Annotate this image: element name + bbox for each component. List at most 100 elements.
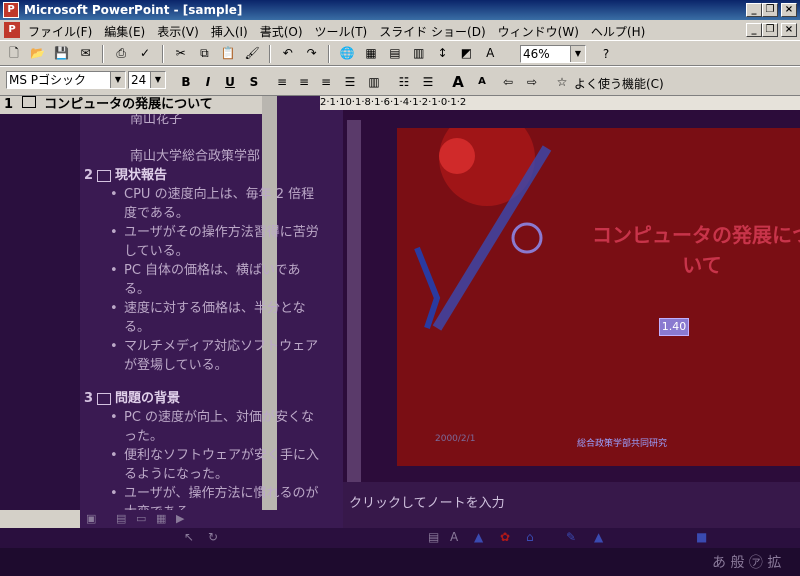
menu-format[interactable]: 書式(O) [260, 23, 303, 40]
slide-title: 現状報告 [115, 168, 168, 183]
align-center-icon[interactable]: ≡ [294, 72, 314, 92]
slide-title[interactable]: コンピュータの発展について [592, 220, 800, 280]
notes-pane[interactable]: クリックしてノートを入力 [343, 482, 800, 528]
font-value: MS Pゴシック [9, 73, 87, 87]
justify-icon[interactable]: ☰ [340, 72, 360, 92]
zoom-select[interactable]: 46% ▼ [520, 45, 586, 63]
minimize-button[interactable]: _ [746, 3, 762, 17]
outline-text[interactable]: 南山花子 南山大学総合政策学部 2 現状報告 CPU の速度向上は、毎年 2 倍… [84, 110, 324, 522]
normal-view-icon[interactable]: ▣ [86, 512, 96, 525]
notes-placeholder[interactable]: クリックしてノートを入力 [349, 492, 505, 511]
menu-help[interactable]: ヘルプ(H) [591, 23, 645, 40]
horizontal-ruler[interactable]: 2·1·10·1·8·1·6·1·4·1·2·1·0·1·2 [320, 96, 800, 110]
increase-font-icon[interactable]: A [448, 72, 468, 92]
slideshow-view-icon[interactable]: ▶ [176, 512, 184, 525]
show-formatting-icon[interactable]: ↕ [433, 43, 453, 63]
hyperlink-icon[interactable]: 🌐 [337, 43, 357, 63]
clipart-icon[interactable]: ✿ [500, 530, 510, 544]
slide-title: 問題の背景 [115, 391, 181, 406]
align-right-icon[interactable]: ≡ [316, 72, 336, 92]
pen-icon[interactable]: ✎ [566, 530, 576, 544]
font-select[interactable]: MS Pゴシック ▼ [6, 71, 126, 89]
star-icon[interactable]: ☆ [552, 72, 572, 92]
email-icon[interactable]: ✉ [75, 43, 95, 63]
doc-restore-button[interactable]: ❐ [762, 23, 778, 37]
paste-icon[interactable]: 📋 [218, 43, 238, 63]
wordart-icon[interactable]: A [450, 530, 458, 544]
favorites-menu[interactable]: よく使う機能(C) [574, 75, 664, 92]
bullet-item: 便利なソフトウェアが安く手に入るようになった。 [84, 446, 324, 484]
bullet-item: 速度に対する価格は、半分となる。 [84, 299, 324, 337]
shadow-button[interactable]: S [244, 72, 264, 92]
decrease-font-icon[interactable]: A [472, 72, 492, 92]
doc-minimize-button[interactable]: _ [746, 23, 762, 37]
vertical-ruler[interactable] [347, 120, 361, 500]
doc-close-button[interactable]: × [781, 23, 797, 37]
close-button[interactable]: × [781, 3, 797, 17]
maximize-button[interactable]: ❐ [762, 3, 778, 17]
ime-indicator[interactable]: あ 般 ㋐ 拡 [712, 552, 781, 572]
color-icon[interactable]: A [480, 43, 500, 63]
save-icon[interactable]: 💾 [52, 43, 72, 63]
shadow-icon[interactable]: ■ [696, 530, 707, 544]
outline-slide-2-title[interactable]: 2 現状報告 [84, 166, 324, 185]
bullet-item: PC の速度が向上、対価が安くなった。 [84, 408, 324, 446]
menu-edit[interactable]: 編集(E) [104, 23, 145, 40]
demote-icon[interactable]: ⇨ [522, 72, 542, 92]
outline-slide-3-title[interactable]: 3 問題の背景 [84, 389, 324, 408]
separator [102, 44, 105, 63]
date-placeholder[interactable]: 2000/2/1 [435, 434, 475, 444]
slide-view-icon[interactable]: ▭ [136, 512, 146, 525]
align-left-icon[interactable]: ≡ [272, 72, 292, 92]
fill-color-icon[interactable]: ▲ [474, 530, 483, 544]
open-icon[interactable]: 📂 [28, 43, 48, 63]
slide-canvas[interactable]: コンピュータの発展について 1.40 2000/2/1 総合政策学部共同研究 [397, 128, 800, 466]
powerpoint-icon[interactable]: P [3, 2, 19, 18]
copy-icon[interactable]: ⧉ [194, 43, 214, 63]
outline-slide-1-title[interactable]: 1 コンピュータの発展について [0, 96, 262, 114]
menu-insert[interactable]: 挿入(I) [211, 23, 248, 40]
expand-icon[interactable]: ▥ [409, 43, 429, 63]
rotate-icon[interactable]: ↻ [208, 530, 218, 544]
distribute-icon[interactable]: ▥ [364, 72, 384, 92]
new-icon[interactable]: 🗋 [4, 43, 24, 63]
bullet-item: PC 自体の価格は、横ばいである。 [84, 261, 324, 299]
menu-slideshow[interactable]: スライド ショー(D) [379, 23, 485, 40]
chevron-down-icon: ▼ [150, 72, 165, 88]
undo-icon[interactable]: ↶ [278, 43, 298, 63]
bold-button[interactable]: B [176, 72, 196, 92]
promote-icon[interactable]: ⇦ [498, 72, 518, 92]
grayscale-icon[interactable]: ◩ [456, 43, 476, 63]
format-painter-icon[interactable]: 🖌 [242, 43, 262, 63]
font-size-select[interactable]: 24 ▼ [128, 71, 166, 89]
standard-toolbar: 🗋 📂 💾 ✉ ⎙ ✓ ✂ ⧉ 📋 🖌 ↶ ↷ 🌐 ▦ ▤ ▥ ↕ ◩ A 46… [0, 40, 800, 66]
menu-tools[interactable]: ツール(T) [315, 23, 368, 40]
outline-view-icon[interactable]: ▤ [116, 512, 126, 525]
italic-button[interactable]: I [198, 72, 218, 92]
table-icon[interactable]: ▦ [361, 43, 381, 63]
document-icon[interactable]: P [4, 22, 20, 38]
slide-selection-box[interactable]: 1.40 [659, 318, 689, 336]
redo-icon[interactable]: ↷ [302, 43, 322, 63]
separator [328, 44, 331, 63]
sorter-view-icon[interactable]: ▦ [156, 512, 166, 525]
bullets-icon[interactable]: ☰ [418, 72, 438, 92]
footer-placeholder[interactable]: 総合政策学部共同研究 [577, 436, 667, 449]
line-color-icon[interactable]: ⌂ [526, 530, 534, 544]
view-buttons: ▣ ▤ ▭ ▦ ▶ [80, 510, 343, 528]
underline-button[interactable]: U [220, 72, 240, 92]
menu-window[interactable]: ウィンドウ(W) [498, 23, 579, 40]
help-icon[interactable]: ? [596, 44, 616, 64]
chart-icon[interactable]: ▤ [385, 43, 405, 63]
menu-view[interactable]: 表示(V) [157, 23, 199, 40]
outline-pane[interactable]: 南山花子 南山大学総合政策学部 2 現状報告 CPU の速度向上は、毎年 2 倍… [0, 96, 343, 520]
textbox-icon[interactable]: ▤ [428, 530, 439, 544]
numbering-icon[interactable]: ☷ [394, 72, 414, 92]
select-pointer-icon[interactable]: ↖ [184, 530, 194, 544]
cut-icon[interactable]: ✂ [171, 43, 191, 63]
font-size-value: 24 [131, 73, 147, 87]
spellcheck-icon[interactable]: ✓ [135, 43, 155, 63]
print-icon[interactable]: ⎙ [111, 43, 131, 63]
shape-icon[interactable]: ▲ [594, 530, 603, 544]
menu-file[interactable]: ファイル(F) [28, 23, 92, 40]
